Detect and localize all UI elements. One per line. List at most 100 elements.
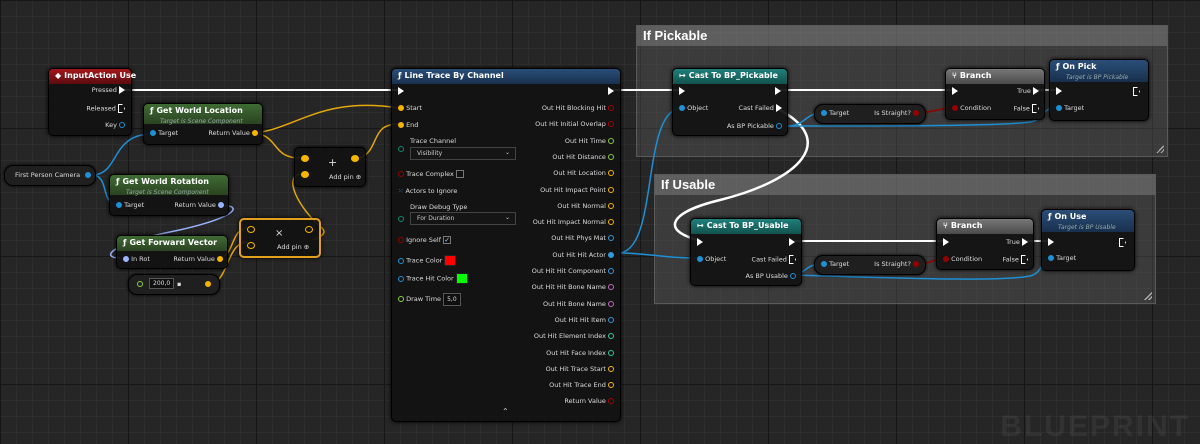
float-constant-node[interactable]: 200,0 ▪ bbox=[128, 274, 220, 295]
cast-failed-exec-pin[interactable] bbox=[789, 255, 796, 264]
line-trace-by-channel-node[interactable]: ƒ Line Trace By Channel Start End Trace C… bbox=[391, 68, 621, 422]
resize-grip[interactable] bbox=[1156, 145, 1164, 153]
trace-complex-pin[interactable] bbox=[398, 171, 404, 177]
trace-output-pin[interactable] bbox=[608, 121, 614, 128]
exec-out-pin[interactable] bbox=[608, 87, 614, 95]
exec-out-pin[interactable] bbox=[789, 238, 795, 246]
ignore-self-checkbox[interactable]: ✓ bbox=[443, 236, 452, 244]
first-person-camera-variable[interactable]: First Person Camera bbox=[4, 165, 96, 186]
trace-output-pin[interactable] bbox=[608, 316, 614, 323]
exec-out-pin[interactable] bbox=[1119, 238, 1126, 247]
target-pin[interactable] bbox=[1048, 255, 1054, 261]
target-pin[interactable] bbox=[150, 130, 156, 136]
exec-in-pin[interactable] bbox=[679, 87, 685, 95]
draw-debug-type-dropdown[interactable]: For Duration ⌄ bbox=[410, 212, 516, 225]
trace-output-pin[interactable] bbox=[608, 105, 614, 111]
get-world-rotation-node[interactable]: ƒ Get World Rotation Target is Scene Comp… bbox=[109, 174, 229, 216]
float-output-pin[interactable] bbox=[205, 281, 211, 287]
branch-node-2[interactable]: ⑂ Branch True Condition False bbox=[936, 218, 1034, 270]
multiply-input-a-pin[interactable] bbox=[247, 226, 255, 233]
exec-in-pin[interactable] bbox=[1056, 87, 1062, 95]
get-world-location-node[interactable]: ƒ Get World Location Target is Scene Comp… bbox=[143, 103, 263, 145]
trace-output-pin[interactable] bbox=[608, 186, 614, 193]
as-pin[interactable] bbox=[790, 273, 796, 279]
resize-grip[interactable] bbox=[1144, 292, 1152, 300]
object-pin[interactable] bbox=[697, 256, 703, 262]
target-pin[interactable] bbox=[1056, 105, 1062, 111]
key-pin[interactable] bbox=[119, 122, 125, 128]
add-input-a-pin[interactable] bbox=[301, 155, 309, 162]
cast-to-bp-pickable-node[interactable]: ↦ Cast To BP_Pickable Object Cast Failed … bbox=[672, 68, 788, 136]
trace-output-pin[interactable] bbox=[608, 219, 614, 226]
return-pin[interactable] bbox=[218, 202, 224, 208]
collapse-arrow-icon[interactable]: ⌃ bbox=[502, 407, 509, 416]
false-exec-pin[interactable] bbox=[1021, 255, 1028, 264]
trace-hit-color-pin[interactable] bbox=[398, 275, 404, 282]
add-output-pin[interactable] bbox=[351, 155, 359, 162]
target-pin[interactable] bbox=[821, 261, 827, 267]
exec-in-pin[interactable] bbox=[952, 87, 958, 95]
pressed-exec-pin[interactable] bbox=[119, 86, 125, 94]
branch-node-1[interactable]: ⑂ Branch True Condition False bbox=[945, 68, 1045, 120]
trace-output-pin[interactable] bbox=[608, 300, 614, 307]
condition-pin[interactable] bbox=[943, 256, 949, 262]
trace-channel-pin[interactable] bbox=[398, 146, 404, 152]
trace-output-pin[interactable] bbox=[608, 170, 614, 177]
trace-color-pin[interactable] bbox=[398, 257, 404, 264]
in-rot-pin[interactable] bbox=[123, 256, 129, 262]
trace-output-pin[interactable] bbox=[608, 202, 614, 209]
trace-output-pin[interactable] bbox=[608, 349, 614, 356]
object-pin[interactable] bbox=[679, 105, 685, 111]
cast-to-bp-usable-node[interactable]: ↦ Cast To BP_Usable Object Cast Failed As… bbox=[690, 218, 802, 286]
target-pin[interactable] bbox=[116, 202, 122, 208]
exec-in-pin[interactable] bbox=[1048, 238, 1054, 246]
return-pin[interactable] bbox=[252, 130, 258, 136]
on-use-node[interactable]: ƒ On Use Target is BP Usable Target bbox=[1041, 209, 1135, 271]
is-straight-node-2[interactable]: Target Is Straight? bbox=[814, 255, 926, 275]
released-exec-pin[interactable] bbox=[118, 104, 125, 113]
float-input-pin[interactable] bbox=[137, 281, 143, 287]
float-value-field[interactable]: 200,0 bbox=[149, 278, 175, 289]
input-action-use-node[interactable]: ◆ InputAction Use Pressed Released Key bbox=[48, 68, 136, 136]
add-input-b-pin[interactable] bbox=[301, 171, 309, 178]
add-pin-button[interactable]: Add pin ⊕ bbox=[329, 173, 361, 182]
camera-output-pin[interactable] bbox=[85, 172, 91, 178]
trace-hit-color-swatch[interactable] bbox=[455, 273, 468, 284]
bool-output-pin[interactable] bbox=[913, 110, 919, 116]
get-forward-vector-node[interactable]: ƒ Get Forward Vector In Rot Return Value bbox=[116, 235, 228, 269]
trace-output-pin[interactable] bbox=[608, 382, 614, 389]
cast-failed-exec-pin[interactable] bbox=[776, 104, 782, 112]
trace-output-pin[interactable] bbox=[608, 284, 614, 291]
target-pin[interactable] bbox=[821, 110, 827, 116]
add-pin-button[interactable]: Add pin ⊕ bbox=[277, 243, 309, 252]
true-exec-pin[interactable] bbox=[1033, 87, 1039, 95]
trace-output-pin[interactable] bbox=[608, 235, 614, 242]
trace-output-pin[interactable] bbox=[608, 398, 614, 405]
trace-output-pin[interactable] bbox=[608, 251, 614, 258]
exec-in-pin[interactable] bbox=[398, 87, 404, 95]
trace-output-pin[interactable] bbox=[608, 137, 614, 144]
is-straight-node-1[interactable]: Target Is Straight? bbox=[814, 104, 926, 124]
exec-out-pin[interactable] bbox=[1133, 87, 1140, 96]
trace-output-pin[interactable] bbox=[608, 365, 614, 372]
trace-channel-dropdown[interactable]: Visibility ⌄ bbox=[410, 147, 516, 160]
multiply-input-b-pin[interactable] bbox=[247, 242, 255, 249]
ignore-self-pin[interactable] bbox=[398, 237, 404, 243]
trace-output-pin[interactable] bbox=[608, 268, 614, 274]
on-pick-node[interactable]: ƒ On Pick Target is BP Pickable Target bbox=[1049, 59, 1149, 121]
return-pin[interactable] bbox=[217, 256, 223, 262]
false-exec-pin[interactable] bbox=[1032, 104, 1039, 113]
condition-pin[interactable] bbox=[952, 105, 958, 111]
true-exec-pin[interactable] bbox=[1022, 238, 1028, 246]
vector-add-node[interactable]: + Add pin ⊕ bbox=[294, 147, 366, 187]
multiply-output-pin[interactable] bbox=[305, 226, 313, 233]
draw-time-field[interactable]: 5,0 bbox=[443, 293, 461, 306]
as-pin[interactable] bbox=[776, 123, 782, 129]
trace-color-swatch[interactable] bbox=[444, 255, 457, 266]
draw-debug-type-pin[interactable] bbox=[398, 216, 404, 222]
trace-complex-checkbox[interactable] bbox=[455, 170, 464, 178]
exec-out-pin[interactable] bbox=[775, 87, 781, 95]
draw-time-pin[interactable] bbox=[398, 296, 404, 302]
trace-output-pin[interactable] bbox=[608, 333, 614, 340]
exec-in-pin[interactable] bbox=[697, 238, 703, 246]
